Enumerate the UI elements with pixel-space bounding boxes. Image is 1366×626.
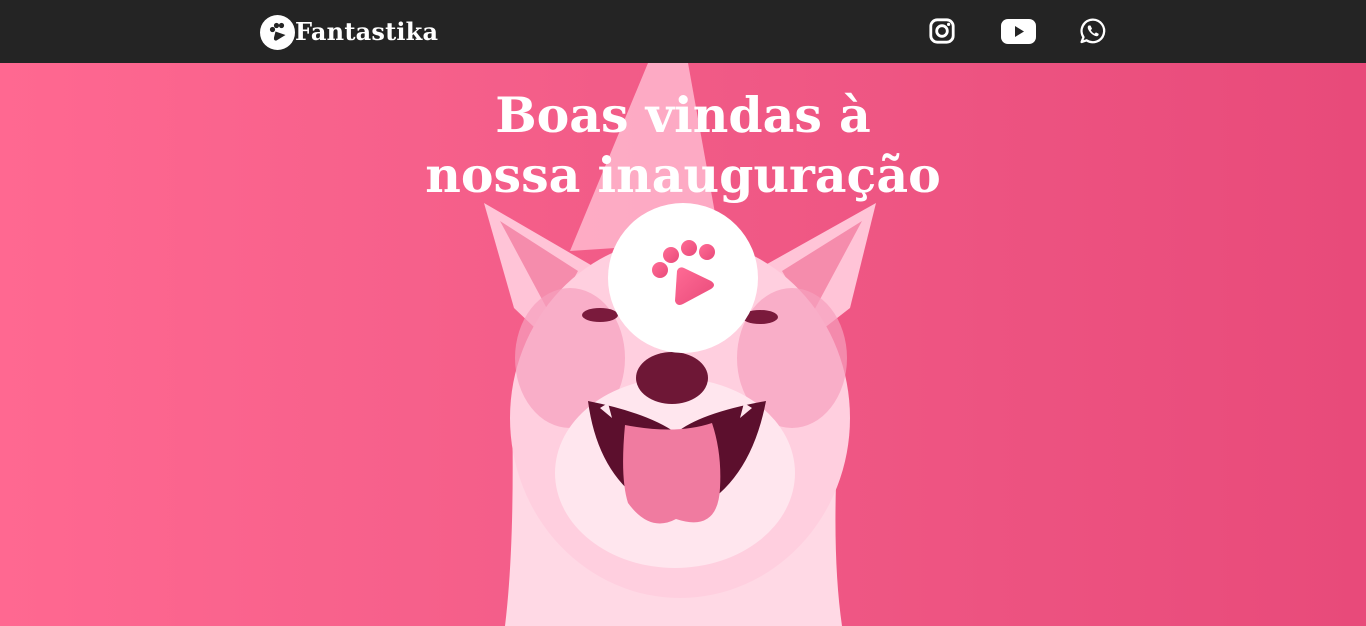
hero-heading: Boas vindas à nossa inauguração (0, 85, 1366, 205)
brand-name: Fantastika (295, 17, 439, 46)
paw-play-icon (652, 240, 715, 305)
youtube-icon (1000, 18, 1036, 44)
paw-icon (260, 14, 295, 50)
brand-logo-link[interactable]: Fantastika (260, 14, 438, 50)
whatsapp-icon (1080, 18, 1106, 44)
video-play-button[interactable] (608, 203, 758, 353)
instagram-icon (929, 18, 955, 44)
hero-heading-line-1: Boas vindas à (495, 86, 871, 144)
whatsapp-link[interactable] (1077, 14, 1109, 48)
instagram-link[interactable] (926, 14, 958, 48)
hero-heading-line-2: nossa inauguração (425, 146, 941, 204)
hero-section: Boas vindas à nossa inauguração (0, 63, 1366, 626)
youtube-link[interactable] (999, 14, 1037, 48)
top-navigation-bar: Fantastika (0, 0, 1366, 63)
